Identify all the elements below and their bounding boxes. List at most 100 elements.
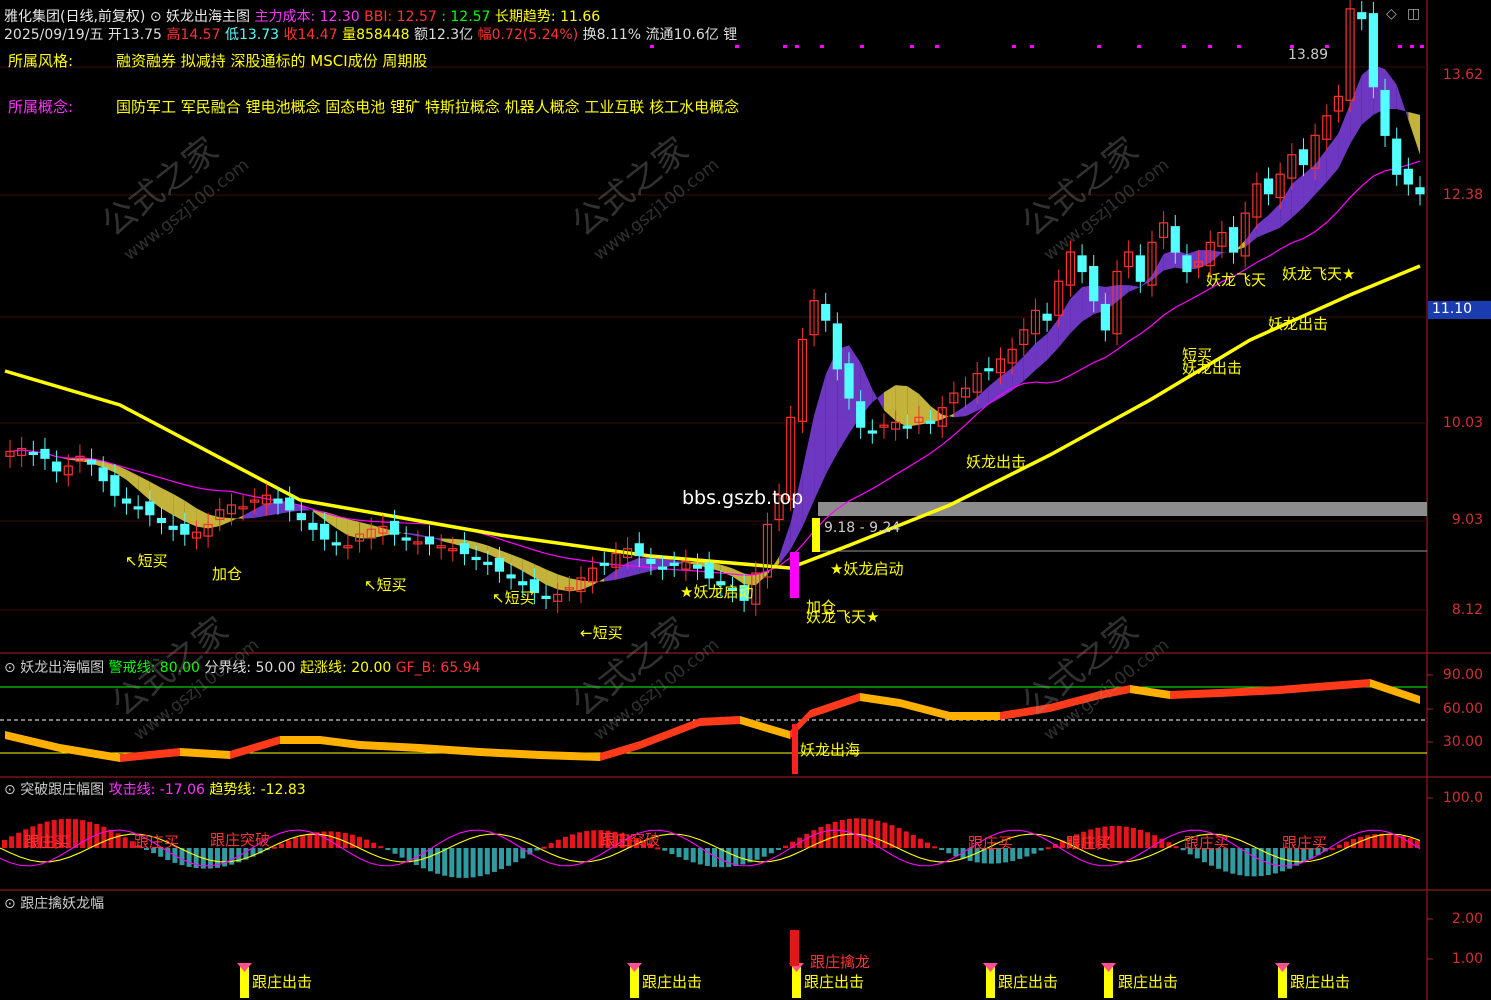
gf-band (1170, 689, 1220, 699)
stock-name[interactable]: 雅化集团(日线,前复权) (4, 9, 145, 25)
ribbon-segment (522, 558, 535, 578)
volume-bar (470, 848, 476, 878)
ribbon-segment (359, 521, 372, 539)
volume-bar (1237, 848, 1243, 876)
candle-body (180, 523, 190, 535)
ribbon-segment (965, 396, 978, 417)
open-label: 开 (107, 27, 122, 43)
indicator-name[interactable]: 妖龙出海主图 (166, 9, 250, 25)
volume-bar (286, 840, 291, 848)
gf-band (420, 744, 480, 756)
candle-body (599, 562, 609, 566)
candle-body (424, 536, 435, 545)
volume-bar (761, 848, 767, 857)
window-toggle-icon[interactable]: ◫ (1407, 6, 1420, 22)
volume-bar (740, 848, 746, 865)
volume-bar (662, 848, 668, 851)
ribbon-segment (1396, 84, 1409, 120)
panel2-collapse-icon[interactable]: ⊙ (4, 782, 16, 798)
volume-bar (293, 837, 299, 848)
collapse-icon[interactable]: ⊙ (150, 9, 162, 25)
volume-bar (328, 831, 334, 848)
low-label: 低 (224, 27, 239, 43)
gf-band (320, 736, 360, 749)
ribbon-segment (930, 406, 943, 423)
candle-body (506, 574, 516, 579)
ribbon-segment (243, 509, 255, 519)
annotation-dragon-strike: 妖龙出击 (1182, 359, 1243, 377)
volume-bar (87, 821, 93, 848)
ribbon-segment (779, 522, 791, 565)
gf-band (1330, 679, 1370, 690)
panel1-title[interactable]: 妖龙出海幅图 (20, 660, 104, 676)
price-axis-4: 10.03 (1442, 415, 1483, 431)
annotation-dragon-fly: 妖龙飞天★ (806, 608, 880, 626)
ribbon-segment (1245, 224, 1257, 248)
volume-bar (676, 848, 682, 858)
volume-bar (449, 848, 455, 878)
close-value: 14.47 (297, 27, 338, 43)
panel3-collapse-icon[interactable]: ⊙ (4, 896, 16, 912)
gf-band (740, 716, 790, 739)
candle-body (494, 557, 505, 572)
ribbon-segment (1338, 104, 1351, 169)
panel2-annotation: 跟庄买 (1282, 834, 1328, 852)
signal-dot (795, 45, 799, 48)
volume-bar (1173, 846, 1179, 849)
candle-body (1368, 13, 1378, 88)
volume-bar (903, 831, 909, 848)
volume-bar (896, 828, 902, 848)
range-label: 9.18 - 9.24 (824, 520, 901, 536)
panel1-collapse-icon[interactable]: ⊙ (4, 660, 16, 676)
long-trend-value: : 11.66 (550, 9, 601, 25)
candle-body (52, 461, 62, 472)
panel3-title[interactable]: 跟庄擒妖龙幅 (20, 896, 104, 912)
volume-bar (1230, 848, 1236, 874)
volume-bar (1024, 848, 1030, 857)
volume-bar (428, 848, 433, 872)
ribbon-segment (196, 508, 209, 529)
ribbon-segment (441, 538, 453, 544)
ribbon-segment (918, 393, 931, 425)
ribbon-segment (604, 570, 616, 582)
volume-bar (1251, 848, 1257, 877)
ribbon-segment (138, 475, 150, 501)
gf-band (360, 741, 420, 752)
volume-bar (1386, 833, 1392, 848)
ribbon-segment (546, 569, 558, 590)
concept-label: 所属概念: (8, 98, 74, 116)
signal-dot (935, 45, 939, 48)
header-row-2: 2025/09/19/五 开13.75 高14.57 低13.73 收14.47… (4, 24, 737, 44)
volume-bar (278, 843, 284, 848)
dot-value: : 12.57 (441, 9, 491, 25)
candle-body (1380, 89, 1390, 136)
ribbon-segment (1326, 133, 1339, 182)
style-label: 所属风格: (8, 52, 74, 70)
candle-body (1415, 187, 1425, 195)
candle-body (1392, 138, 1402, 175)
panel3-annotation: 跟庄出击 (804, 973, 865, 991)
gem-icon (237, 963, 252, 972)
panel2-annotation: 跟庄突破 (600, 831, 661, 849)
ribbon-segment (883, 385, 896, 421)
panel2-title[interactable]: 突破跟庄幅图 (20, 782, 104, 798)
signal-dot (1410, 45, 1414, 48)
gem-icon (1275, 963, 1290, 972)
volume-bar (697, 848, 703, 865)
volume-bar (839, 819, 845, 848)
high-label: 高 (166, 27, 181, 43)
diamond-icon[interactable]: ◇ (1386, 6, 1397, 22)
panel1-rise: 起涨线: 20.00 (300, 660, 392, 676)
volume-bar (399, 848, 405, 858)
annotation-short-buy: ↖短买 (125, 552, 168, 570)
annotation-dragon-fly: 妖龙飞天 (1206, 271, 1267, 289)
candle-body (168, 525, 178, 530)
volume-bar (577, 832, 583, 848)
signal-dot (783, 45, 787, 48)
annotation-short-buy: ↖短买 (364, 576, 407, 594)
volume-bar (882, 822, 888, 848)
signal-dot (860, 45, 864, 48)
annotation-dragon-fly: 妖龙飞天★ (1282, 265, 1356, 283)
candle-body (1077, 255, 1087, 273)
candle-body (657, 566, 668, 570)
